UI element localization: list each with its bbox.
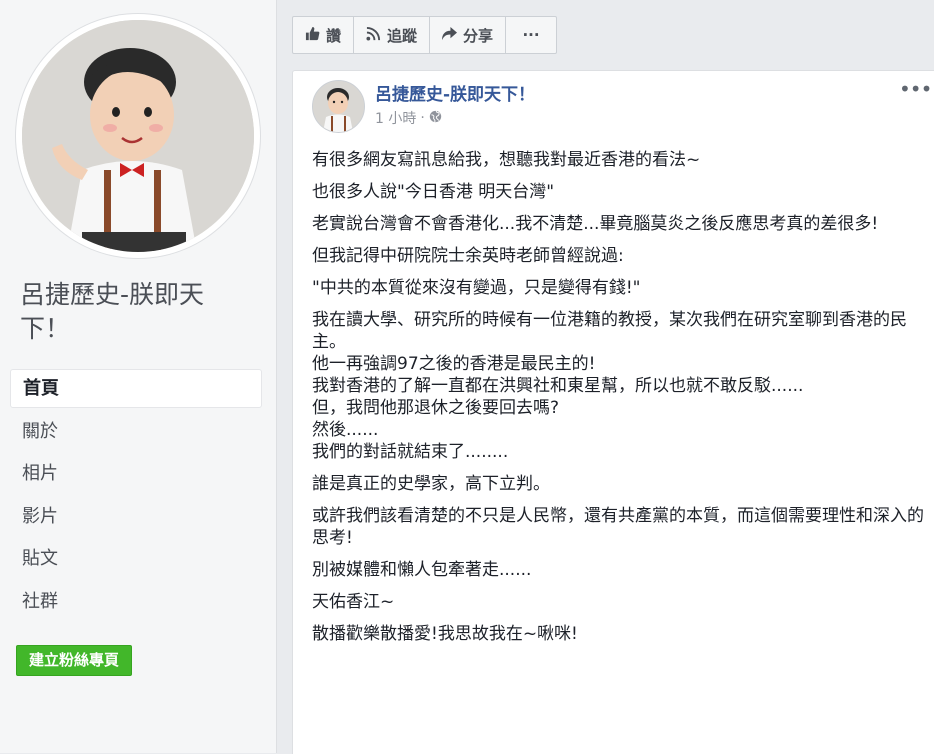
like-label: 讚 xyxy=(326,26,342,45)
thumbs-up-icon xyxy=(305,26,320,45)
post-meta: 1 小時 · xyxy=(375,108,442,128)
follow-label: 追蹤 xyxy=(387,26,418,45)
post-paragraph: "中共的本質從來沒有變過，只是變得有錢!" xyxy=(312,278,641,298)
nav-item-community[interactable]: 社群 xyxy=(10,582,262,621)
nav-item-posts[interactable]: 貼文 xyxy=(10,539,262,578)
page-action-toolbar: 讚 追蹤 分享 ··· xyxy=(292,16,558,54)
post-timestamp[interactable]: 1 小時 xyxy=(375,108,416,128)
profile-picture[interactable] xyxy=(16,14,260,258)
post-options-menu[interactable]: ••• xyxy=(899,77,932,101)
post-text: 有很多網友寫訊息給我，想聽我對最近香港的看法~ 也很多人說"今日香港 明天台灣"… xyxy=(312,149,924,655)
share-button[interactable]: 分享 xyxy=(430,17,507,53)
post-paragraph: 也很多人說"今日香港 明天台灣" xyxy=(312,182,555,202)
post-paragraph: 天佑香江~ xyxy=(312,592,395,612)
post-paragraph: 散播歡樂散播愛!我思故我在~啾咪! xyxy=(312,624,578,644)
post-author-avatar[interactable] xyxy=(312,80,365,133)
follow-button[interactable]: 追蹤 xyxy=(354,17,431,53)
post-paragraph: 但我記得中研院院士余英時老師曾經說過: xyxy=(312,246,624,266)
post-paragraph: 或許我們該看清楚的不只是人民幣，還有共產黨的本質，而這個需要理性和深入的思考! xyxy=(312,506,924,548)
post-card: 呂捷歷史-朕即天下！ 1 小時 · ••• 有很多網友寫訊息給我，想聽我對最近香… xyxy=(292,70,934,754)
post-paragraph: 老實說台灣會不會香港化...我不清楚...畢竟腦莫炎之後反應思考真的差很多! xyxy=(312,214,879,234)
post-paragraph: 我在讀大學、研究所的時候有一位港籍的教授，某次我們在研究室聊到香港的民主。 他一… xyxy=(312,310,907,462)
nav-item-home[interactable]: 首頁 xyxy=(10,369,262,408)
post-author-link[interactable]: 呂捷歷史-朕即天下！ xyxy=(375,80,535,105)
page-nav: 首頁 關於 相片 影片 貼文 社群 xyxy=(10,369,262,624)
globe-icon[interactable] xyxy=(429,110,442,127)
page-sidebar: 呂捷歷史-朕即天下！ 首頁 關於 相片 影片 貼文 社群 建立粉絲專頁 xyxy=(0,0,277,753)
post-paragraph: 誰是真正的史學家，高下立判。 xyxy=(312,474,550,494)
post-paragraph: 有很多網友寫訊息給我，想聽我對最近香港的看法~ xyxy=(312,150,701,170)
nav-item-about[interactable]: 關於 xyxy=(10,412,262,451)
meta-separator: · xyxy=(420,110,425,126)
share-label: 分享 xyxy=(463,26,494,45)
post-paragraph: 別被媒體和懶人包牽著走...... xyxy=(312,560,532,580)
like-button[interactable]: 讚 xyxy=(293,17,355,53)
avatar xyxy=(22,20,254,252)
share-arrow-icon xyxy=(442,26,458,45)
nav-item-videos[interactable]: 影片 xyxy=(10,497,262,536)
nav-item-photos[interactable]: 相片 xyxy=(10,454,262,493)
rss-icon xyxy=(366,26,381,45)
page-title[interactable]: 呂捷歷史-朕即天下！ xyxy=(20,278,250,346)
more-options-button[interactable]: ··· xyxy=(506,17,556,53)
create-page-button[interactable]: 建立粉絲專頁 xyxy=(16,645,133,676)
